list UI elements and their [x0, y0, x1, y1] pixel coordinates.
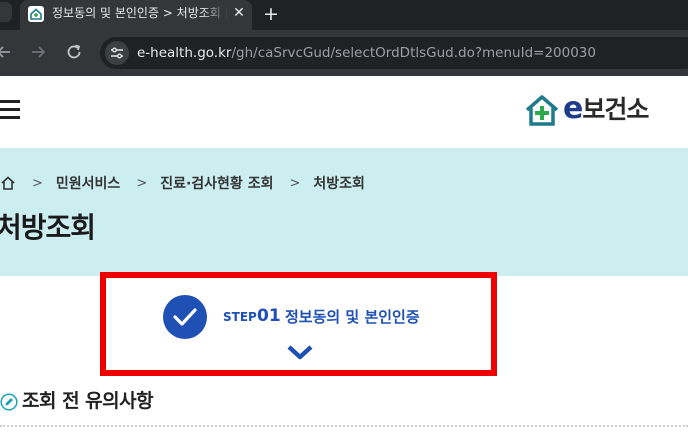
web-page: e보건소 > 민원서비스 > 진료·검사현황 조회 > 처방조회 처방조회 ST…: [0, 76, 688, 448]
reload-icon[interactable]: [64, 42, 84, 62]
menu-icon[interactable]: [0, 96, 22, 124]
logo-e: e: [563, 91, 583, 126]
page-header-banner: > 민원서비스 > 진료·검사현황 조회 > 처방조회 처방조회: [0, 148, 688, 276]
notice-section-title: 조회 전 유의사항: [22, 390, 154, 412]
step-title: 정보동의 및 본인인증: [285, 308, 420, 326]
url-host: e-health.go.kr: [137, 45, 232, 61]
health-house-logo-icon: [525, 95, 559, 126]
tab-title: 정보동의 및 본인인증 > 처방조회 | e보건소: [52, 6, 228, 20]
tune-icon: [111, 47, 123, 59]
chevron-down-icon[interactable]: [287, 344, 313, 360]
page-title: 처방조회: [0, 211, 96, 244]
logo-name: 보건소: [582, 95, 649, 124]
browser-toolbar: e-health.go.kr/gh/caSrvcGud/selectOrdDtl…: [0, 30, 688, 76]
new-tab-icon[interactable]: +: [260, 3, 282, 25]
site-info-button[interactable]: [105, 41, 129, 65]
breadcrumb-item-civil-service[interactable]: 민원서비스: [56, 173, 120, 193]
forward-arrow-icon[interactable]: [28, 42, 48, 62]
previous-tab[interactable]: [0, 2, 12, 22]
url-path: /gh/caSrvcGud/selectOrdDtlsGud.do?menuId…: [231, 45, 596, 61]
check-circle-icon: [163, 295, 207, 339]
breadcrumb-item-prescription[interactable]: 처방조회: [313, 173, 365, 193]
pencil-circle-icon: [0, 393, 18, 411]
back-arrow-icon[interactable]: [0, 42, 14, 62]
step-label: STEP: [223, 310, 257, 324]
home-icon[interactable]: [0, 175, 16, 191]
step-number: 01: [257, 306, 281, 326]
url-text: e-health.go.kr/gh/caSrvcGud/selectOrdDtl…: [137, 44, 596, 62]
site-logo[interactable]: e보건소: [523, 90, 673, 130]
breadcrumb-separator: >: [289, 175, 301, 191]
tab-close-icon[interactable]: ✕: [230, 4, 248, 22]
logo-text: e보건소: [563, 91, 649, 126]
breadcrumb: > 민원서비스 > 진료·검사현황 조회 > 처방조회: [0, 172, 365, 194]
step-panel[interactable]: STEP 01 정보동의 및 본인인증: [100, 272, 497, 376]
breadcrumb-item-treatment-status[interactable]: 진료·검사현황 조회: [160, 173, 273, 193]
active-tab[interactable]: 정보동의 및 본인인증 > 처방조회 | e보건소 ✕: [20, 0, 252, 30]
browser-tab-strip: 정보동의 및 본인인증 > 처방조회 | e보건소 ✕ +: [0, 0, 688, 30]
address-bar[interactable]: e-health.go.kr/gh/caSrvcGud/selectOrdDtl…: [100, 37, 688, 69]
breadcrumb-separator: >: [32, 175, 43, 191]
notice-box-border: [0, 425, 688, 427]
breadcrumb-separator: >: [136, 175, 148, 191]
site-favicon-icon: [28, 6, 44, 22]
